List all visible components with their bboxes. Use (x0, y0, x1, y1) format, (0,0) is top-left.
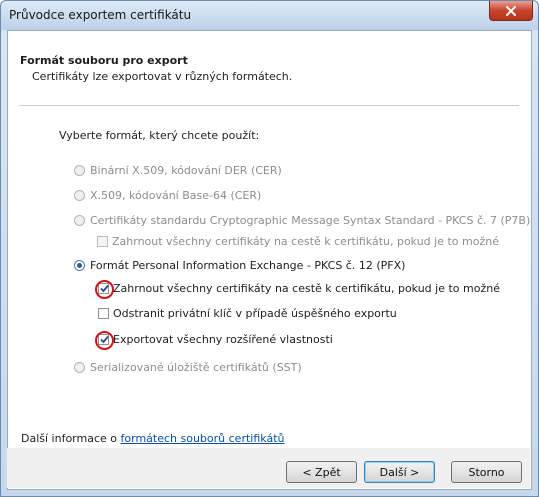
radio-sst-label: Serializované úložiště certifikátů (SST) (90, 361, 302, 374)
formats-help-link[interactable]: formátech souborů certifikátů (121, 432, 285, 445)
checkbox-pfx-delete-key[interactable]: Odstranit privátní klíč v případě úspěšn… (98, 307, 397, 320)
header-divider (19, 105, 519, 106)
radio-p7b[interactable]: Certifikáty standardu Cryptographic Mess… (74, 214, 530, 227)
window-title: Průvodce exportem certifikátu (9, 8, 192, 22)
radio-sst[interactable]: Serializované úložiště certifikátů (SST) (74, 361, 302, 374)
checkbox-pfx-include-label: Zahrnout všechny certifikáty na cestě k … (113, 282, 500, 295)
page-subtitle: Certifikáty lze exportovat v různých for… (32, 70, 293, 83)
checkbox-pfx-delete-key-label: Odstranit privátní klíč v případě úspěšn… (113, 307, 397, 320)
radio-base64-label: X.509, kódování Base-64 (CER) (90, 189, 262, 202)
highlight-ring (95, 280, 114, 299)
radio-der[interactable]: Binární X.509, kódování DER (CER) (74, 164, 282, 177)
radio-pfx-label: Formát Personal Information Exchange - P… (90, 259, 406, 272)
more-info: Další informace o formátech souborů cert… (21, 432, 284, 445)
wizard-content: Formát souboru pro export Certifikáty lz… (7, 30, 532, 490)
radio-button-selected[interactable] (74, 260, 85, 271)
radio-der-label: Binární X.509, kódování DER (CER) (90, 164, 282, 177)
radio-button[interactable] (74, 190, 85, 201)
radio-button[interactable] (74, 215, 85, 226)
radio-p7b-label: Certifikáty standardu Cryptographic Mess… (90, 214, 531, 227)
next-button[interactable]: Další > (364, 461, 435, 483)
checkbox-pfx-export-props-label: Exportovat všechny rozšířené vlastnosti (113, 333, 333, 346)
cancel-button[interactable]: Storno (451, 461, 522, 483)
radio-button[interactable] (74, 165, 85, 176)
back-button[interactable]: < Zpět (286, 461, 357, 483)
page-title: Formát souboru pro export (20, 54, 188, 67)
checkbox-pfx-include[interactable]: Zahrnout všechny certifikáty na cestě k … (95, 280, 500, 299)
title-bar[interactable]: Průvodce exportem certifikátu (1, 1, 538, 30)
close-icon (506, 5, 516, 16)
close-button[interactable] (489, 1, 533, 21)
radio-pfx[interactable]: Formát Personal Information Exchange - P… (74, 259, 405, 272)
checkbox-box[interactable] (97, 236, 108, 247)
wizard-header: Formát souboru pro export Certifikáty lz… (8, 31, 531, 105)
format-prompt: Vyberte formát, který chcete použít: (59, 129, 260, 142)
checkbox-box-checked[interactable] (95, 280, 114, 299)
radio-button[interactable] (74, 362, 85, 373)
checkbox-p7b-include[interactable]: Zahrnout všechny certifikáty na cestě k … (97, 235, 499, 248)
checkbox-pfx-export-props[interactable]: Exportovat všechny rozšířené vlastnosti (95, 331, 333, 350)
checkbox-box-checked[interactable] (95, 331, 114, 350)
checkbox-p7b-include-label: Zahrnout všechny certifikáty na cestě k … (112, 235, 499, 248)
highlight-ring (95, 331, 114, 350)
checkbox-box[interactable] (98, 308, 109, 319)
more-info-prefix: Další informace o (21, 432, 121, 445)
radio-base64[interactable]: X.509, kódování Base-64 (CER) (74, 189, 261, 202)
